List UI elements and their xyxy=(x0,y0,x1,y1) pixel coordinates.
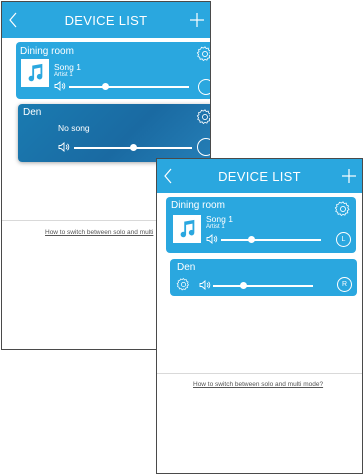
select-circle-button[interactable] xyxy=(197,138,210,156)
gear-icon[interactable] xyxy=(196,45,211,63)
page-title: DEVICE LIST xyxy=(64,12,148,28)
channel-right-button[interactable]: R xyxy=(337,277,352,292)
device-room-name: Dining room xyxy=(171,200,225,211)
help-link[interactable]: How to switch between solo and multi mod… xyxy=(193,381,323,388)
no-song-text: No song xyxy=(58,123,90,133)
select-circle-button[interactable] xyxy=(198,79,210,95)
volume-slider-knob[interactable] xyxy=(101,83,109,90)
nav-bar: DEVICE LIST xyxy=(2,2,210,38)
device-room-name: Den xyxy=(177,262,196,273)
gear-icon[interactable] xyxy=(334,200,352,218)
volume-slider-knob[interactable] xyxy=(239,282,247,289)
album-art xyxy=(21,59,49,87)
song-artist: Artist 1 xyxy=(206,224,225,230)
speaker-volume-icon xyxy=(199,280,211,290)
song-artist: Artist 1 xyxy=(54,72,73,78)
plus-icon xyxy=(190,13,204,27)
page-title: DEVICE LIST xyxy=(218,168,301,184)
volume-slider[interactable] xyxy=(74,144,192,151)
volume-slider[interactable] xyxy=(213,282,313,289)
device-room-name: Dining room xyxy=(20,46,74,57)
speaker-volume-icon xyxy=(54,81,66,91)
gear-icon[interactable] xyxy=(196,108,211,126)
music-note-icon xyxy=(180,219,195,238)
volume-slider[interactable] xyxy=(69,83,189,90)
add-device-button[interactable] xyxy=(190,2,204,38)
music-note-icon xyxy=(28,63,43,82)
plus-icon xyxy=(342,169,356,183)
song-title: Song 1 xyxy=(54,62,81,72)
nav-bar: DEVICE LIST xyxy=(157,159,362,193)
speaker-volume-icon xyxy=(58,142,70,152)
volume-slider-knob[interactable] xyxy=(247,236,255,243)
device-list-screen-multi: DEVICE LIST Dining room Song 1 Artist 1 … xyxy=(156,158,363,474)
channel-left-button[interactable]: L xyxy=(336,232,351,247)
device-room-name: Den xyxy=(23,107,42,118)
gear-icon[interactable] xyxy=(176,277,191,292)
volume-slider-knob[interactable] xyxy=(129,144,137,151)
device-card-den[interactable]: Den R xyxy=(170,259,357,296)
speaker-volume-icon xyxy=(206,234,218,244)
device-card-dining-room[interactable]: Dining room Song 1 Artist 1 L xyxy=(166,197,356,253)
album-art xyxy=(173,215,201,243)
device-card-dining-room[interactable]: Dining room Song 1 Artist 1 xyxy=(16,42,211,99)
song-title: Song 1 xyxy=(206,214,233,224)
help-link[interactable]: How to switch between solo and multi xyxy=(45,229,153,236)
add-device-button[interactable] xyxy=(342,159,356,193)
divider xyxy=(157,373,362,374)
device-card-den[interactable]: Den No song xyxy=(18,104,211,162)
volume-slider[interactable] xyxy=(221,236,321,243)
